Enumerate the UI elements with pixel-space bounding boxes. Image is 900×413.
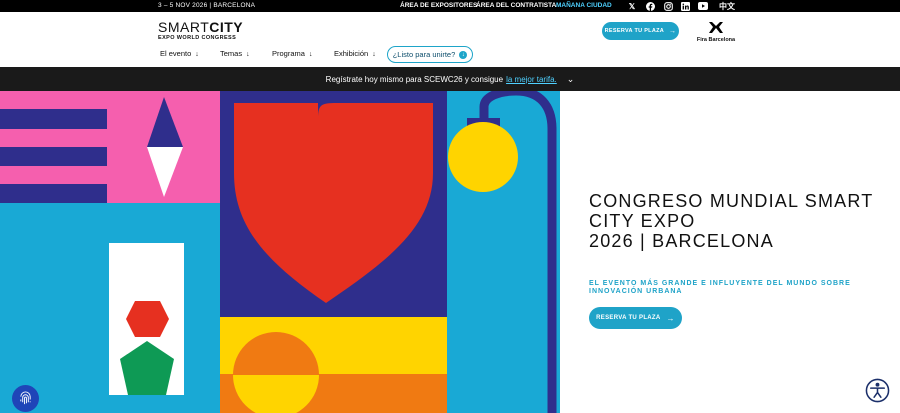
arrow-right-icon: → [669,27,677,35]
logo-text-light: SMART [158,19,210,35]
reserve-label: RESERVA TU PLAZA [604,28,665,34]
nav-label: Temas [220,49,243,58]
hero-reserve-button[interactable]: RESERVA TU PLAZA → [589,307,682,329]
hero-title-line-1: CONGRESO MUNDIAL SMART [589,191,874,211]
nav-label: Exhibición [334,49,369,58]
nav-label: Programa [272,49,305,58]
fingerprint-icon [20,391,31,405]
smart-city-logo[interactable]: SMARTCITY EXPO WORLD CONGRESS [158,20,243,41]
arrow-down-icon: ↓ [459,50,468,59]
announcement-bar: Regístrate hoy mismo para SCEWC26 y cons… [0,67,900,91]
nav-label: El evento [160,49,192,58]
event-date: 3 – 5 NOV 2026 | BARCELONA [158,2,256,9]
nav-programa[interactable]: Programa ↓ [272,49,312,58]
nav-temas[interactable]: Temas ↓ [220,49,250,58]
contractor-area-link[interactable]: ÁREA DEL CONTRATISTA [476,2,556,9]
hero-title-line-3: 2026 | BARCELONA [589,231,774,251]
hero-title: CONGRESO MUNDIAL SMART CITY EXPO 2026 | … [589,191,879,251]
fira-mark-icon [696,22,736,35]
language-switch[interactable]: 中文 [719,1,735,11]
instagram-icon[interactable] [663,1,673,11]
hero-title-line-2: CITY EXPO [589,211,696,231]
x-icon[interactable]: 𝕏 [627,1,637,11]
arrow-down-icon: ↓ [372,51,376,58]
logo-text-bold: CITY [209,19,244,35]
lamp-bulb [448,122,518,192]
accessibility-icon[interactable] [865,378,890,403]
arrow-down-icon: ↓ [195,51,199,58]
nav-el-evento[interactable]: El evento ↓ [160,49,199,58]
facebook-icon[interactable] [645,1,655,11]
logo-subtitle: EXPO WORLD CONGRESS [158,35,237,41]
red-hexagon [126,301,169,337]
site-header: SMARTCITY EXPO WORLD CONGRESS El evento ↓… [0,12,900,67]
hero-subtitle: EL EVENTO MÁS GRANDE E INFLUYENTE DEL MU… [589,280,851,295]
linkedin-icon[interactable] [680,1,690,11]
announcement-text: Regístrate hoy mismo para SCEWC26 y cons… [325,74,504,84]
youtube-icon[interactable] [698,1,708,11]
fira-name: Fira Barcelona [696,37,736,43]
ready-to-join-button[interactable]: ¿Listo para unirte? ↓ [387,46,473,63]
best-rate-link[interactable]: la mejor tarifa. [506,75,557,84]
hero-illustration [0,91,560,413]
header-reserve-button[interactable]: RESERVA TU PLAZA → [602,22,679,40]
tomorrow-city-link[interactable]: MAÑANA CIUDAD [556,2,612,9]
exhibitor-area-link[interactable]: ÁREA DE EXPOSITORES [400,2,477,9]
arrow-down-icon: ↓ [246,51,250,58]
top-bar: 3 – 5 NOV 2026 | BARCELONA ÁREA DE EXPOS… [0,0,900,12]
ready-to-join-label: ¿Listo para unirte? [392,50,456,59]
arrow-down-icon: ↓ [308,51,313,58]
nav-exhibicion[interactable]: Exhibición ↓ [334,49,376,58]
fira-barcelona-logo[interactable]: Fira Barcelona [696,22,736,43]
chevron-down-icon[interactable]: ⌄ [567,74,575,85]
fingerprint-widget-button[interactable] [12,385,39,412]
arrow-right-icon: → [666,313,675,323]
hero-reserve-label: RESERVA TU PLAZA [596,315,661,321]
